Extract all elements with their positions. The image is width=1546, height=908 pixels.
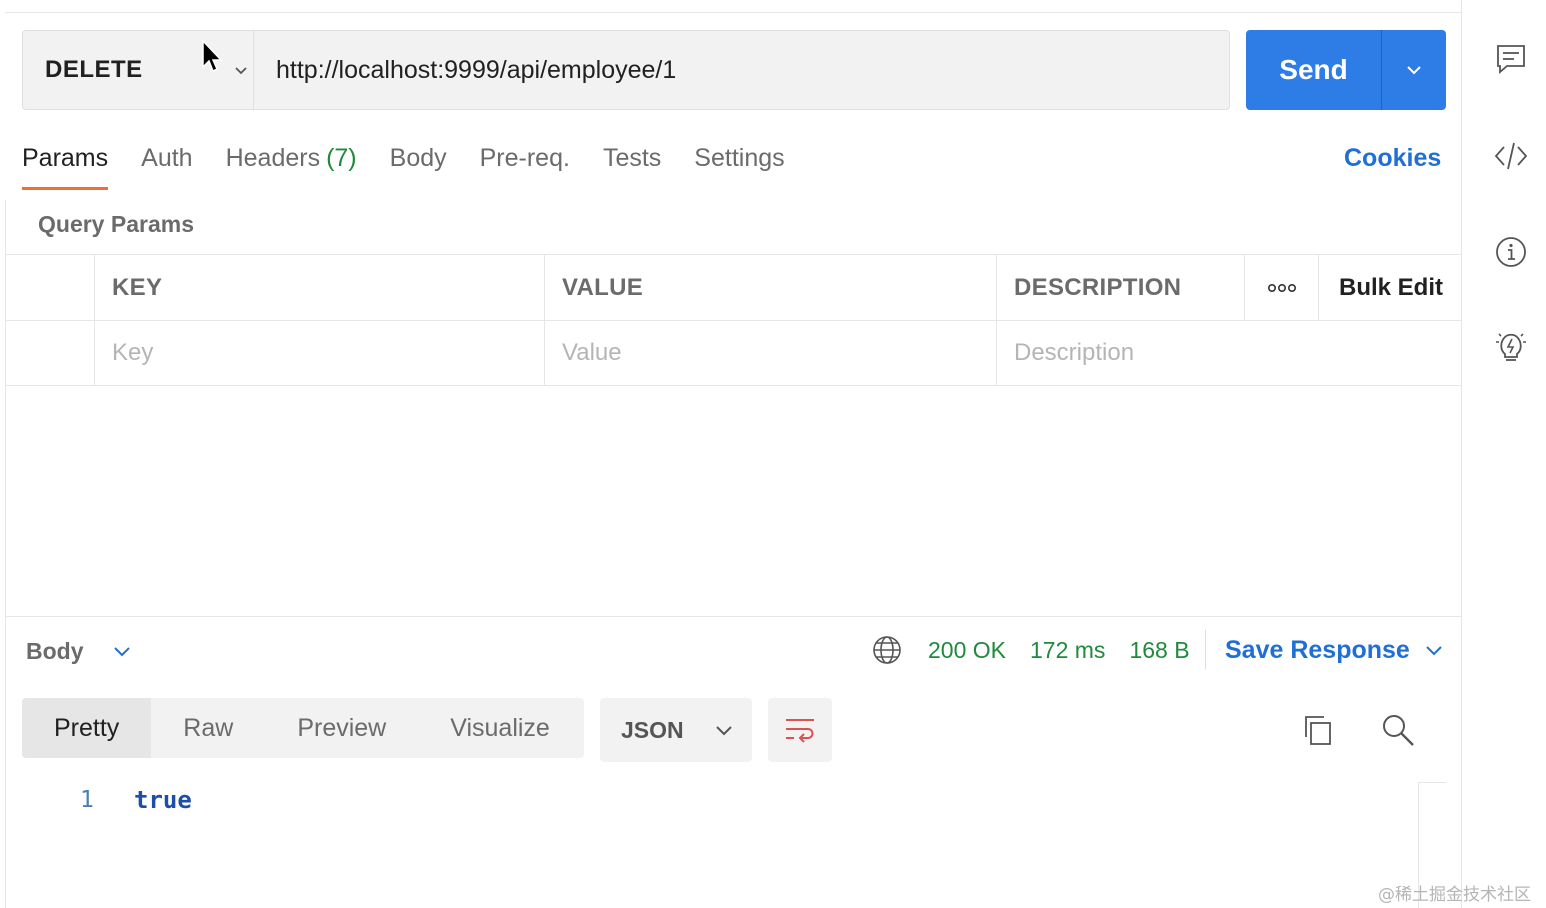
request-panel: DELETE http://localhost:9999/api/employe…	[0, 0, 1462, 908]
tab-params[interactable]: Params	[22, 138, 109, 190]
chevron-down-icon	[1407, 66, 1421, 75]
send-dropdown-button[interactable]	[1382, 30, 1446, 110]
response-section-label: Body	[26, 637, 84, 664]
line-number: 1	[80, 787, 94, 813]
right-sidebar	[1462, 0, 1546, 908]
request-tabs: Params Auth Headers (7) Body Pre-req. Tes…	[22, 138, 818, 190]
divider	[1205, 630, 1206, 670]
watermark: @稀土掘金技术社区	[1378, 885, 1531, 905]
more-options-button[interactable]	[1245, 255, 1319, 320]
chevron-down-icon	[235, 67, 247, 75]
params-table: KEY VALUE DESCRIPTION Bulk Edit Key Valu…	[6, 254, 1461, 386]
send-label[interactable]: Send	[1246, 30, 1381, 110]
format-preview-button[interactable]: Preview	[265, 698, 418, 758]
format-raw-button[interactable]: Raw	[151, 698, 265, 758]
language-select[interactable]: JSON	[600, 698, 752, 762]
chevron-down-icon	[715, 726, 732, 736]
description-column-header: DESCRIPTION	[997, 255, 1245, 320]
value-column-header: VALUE	[545, 255, 997, 320]
response-time[interactable]: 172 ms	[1030, 637, 1105, 664]
table-row: Key Value Description	[6, 320, 1461, 386]
response-section-dropdown[interactable]: Body	[26, 634, 132, 668]
bulk-edit-button[interactable]: Bulk Edit	[1319, 255, 1461, 320]
info-icon[interactable]	[1494, 235, 1528, 269]
wrap-lines-icon	[786, 719, 814, 743]
lightbulb-icon[interactable]	[1494, 330, 1528, 364]
tab-auth[interactable]: Auth	[141, 138, 192, 190]
code-icon[interactable]	[1494, 139, 1528, 173]
value-input[interactable]: Value	[545, 321, 997, 385]
method-label: DELETE	[45, 56, 143, 83]
format-toggle-group: Pretty Raw Preview Visualize	[22, 698, 584, 758]
cookies-link[interactable]: Cookies	[1344, 138, 1441, 178]
response-size[interactable]: 168 B	[1129, 637, 1189, 664]
more-horizontal-icon	[1267, 283, 1296, 292]
status-code[interactable]: 200 OK	[928, 637, 1006, 664]
wrap-lines-button[interactable]	[768, 698, 832, 762]
tab-settings[interactable]: Settings	[694, 138, 784, 190]
tab-headers[interactable]: Headers (7)	[226, 138, 357, 190]
key-column-header: KEY	[95, 255, 545, 320]
copy-icon[interactable]	[1300, 712, 1336, 748]
search-icon[interactable]	[1380, 712, 1416, 748]
key-input[interactable]: Key	[95, 321, 545, 385]
mouse-cursor-icon	[202, 40, 223, 73]
format-pretty-button[interactable]: Pretty	[22, 698, 152, 758]
save-response-button[interactable]: Save Response	[1225, 632, 1444, 668]
chevron-down-icon	[113, 647, 130, 657]
response-body-code[interactable]: true	[134, 782, 192, 818]
table-header-row: KEY VALUE DESCRIPTION Bulk Edit	[6, 254, 1461, 320]
query-params-title: Query Params	[38, 211, 194, 237]
checkbox-column-header	[6, 255, 95, 320]
url-input[interactable]: http://localhost:9999/api/employee/1	[254, 31, 1229, 109]
language-label: JSON	[621, 716, 684, 743]
send-button[interactable]: Send	[1246, 30, 1446, 110]
row-checkbox-cell	[6, 321, 95, 385]
save-response-label: Save Response	[1225, 635, 1410, 664]
format-visualize-button[interactable]: Visualize	[418, 698, 582, 758]
chevron-down-icon	[1426, 646, 1442, 656]
tab-pre-request[interactable]: Pre-req.	[480, 138, 570, 190]
response-status-bar: 200 OK 172 ms 168 B	[872, 632, 1214, 668]
tab-body[interactable]: Body	[390, 138, 447, 190]
response-divider[interactable]	[6, 616, 1461, 617]
divider	[5, 12, 1462, 13]
globe-icon[interactable]	[872, 635, 902, 665]
description-input[interactable]: Description	[997, 321, 1461, 385]
tab-tests[interactable]: Tests	[603, 138, 661, 190]
comments-icon[interactable]	[1494, 42, 1528, 76]
headers-count-badge: (7)	[326, 144, 357, 172]
